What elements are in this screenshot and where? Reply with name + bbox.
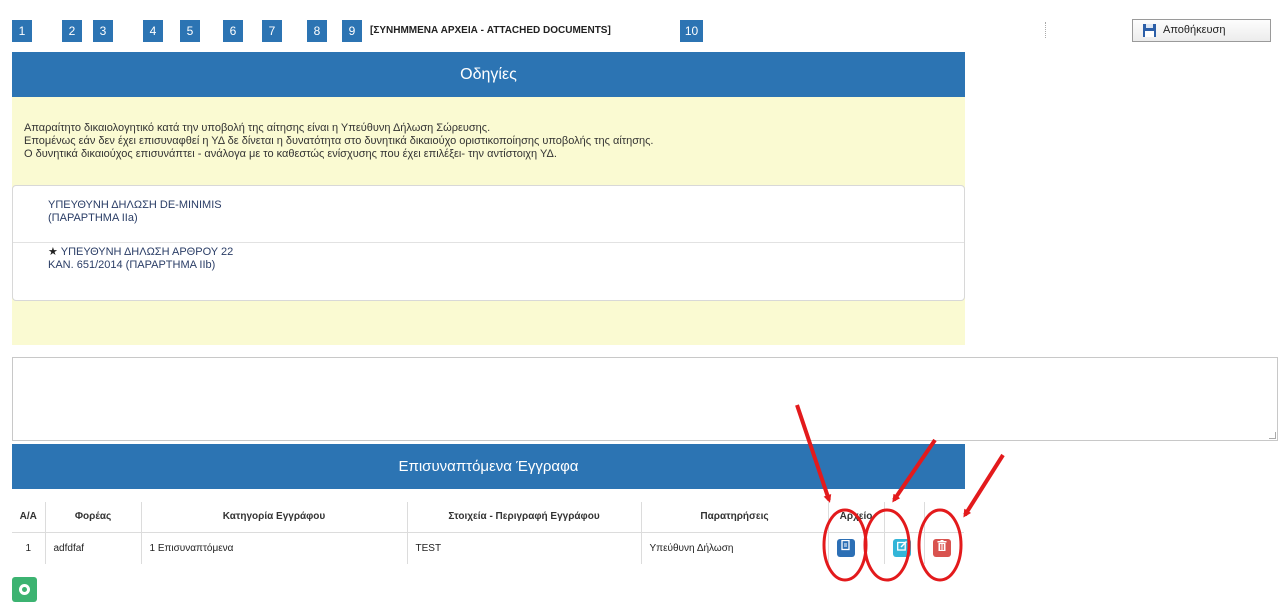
save-button[interactable]: Αποθήκευση	[1132, 19, 1271, 42]
column-header: Στοιχεία - Περιγραφή Εγγράφου	[406, 502, 641, 532]
column-header: Κατηγορία Εγγράφου	[140, 502, 407, 532]
current-step-label: [ΣΥΝΗΜΜΕΝΑ ΑΡΧΕΙΑ - ATTACHED DOCUMENTS]	[370, 25, 611, 36]
document-item-article-22[interactable]: ★ ΥΠΕΥΘΥΝΗ ΔΗΛΩΣΗ ΑΡΘΡΟΥ 22 ΚΑΝ. 651/201…	[13, 246, 964, 272]
step-9[interactable]: 9	[342, 20, 362, 42]
toolbar-divider	[1045, 22, 1047, 38]
cell-description: TEST	[406, 531, 641, 564]
edit-icon	[896, 541, 907, 551]
column-header: Α/Α	[19, 511, 37, 523]
edit-button[interactable]	[892, 539, 911, 558]
column-header: Παρατηρήσεις	[640, 502, 828, 532]
save-button-label: Αποθήκευση	[1163, 24, 1226, 36]
step-7[interactable]: 7	[262, 20, 282, 42]
instructions-panel: Απαραίτητο δικαιολογητικό κατά την υποβο…	[12, 97, 965, 345]
cell-delete	[923, 531, 964, 564]
cell-foreas: adfdfaf	[44, 531, 141, 564]
column-header	[883, 502, 924, 532]
document-item-de-minimis[interactable]: ΥΠΕΥΘΥΝΗ ΔΗΛΩΣΗ DE-MINIMIS (ΠΑΡΑΡΤΗΜΑ II…	[13, 199, 964, 243]
star-icon: ★	[48, 246, 58, 258]
document-item-title: ΥΠΕΥΘΥΝΗ ΔΗΛΩΣΗ DE-MINIMIS	[48, 199, 222, 211]
cell-aa: 1	[12, 531, 45, 564]
column-header: Αρχείο	[827, 502, 884, 532]
step-5[interactable]: 5	[180, 20, 200, 42]
instruction-line: Ο δυνητικά δικαιούχος επισυνάπτει - ανάλ…	[24, 148, 557, 160]
trash-icon	[937, 540, 946, 552]
document-item-subtitle: (ΠΑΡΑΡΤΗΜΑ IIa)	[48, 212, 138, 224]
step-4[interactable]: 4	[143, 20, 163, 42]
step-8[interactable]: 8	[307, 20, 327, 42]
instruction-line: Απαραίτητο δικαιολογητικό κατά την υποβο…	[24, 122, 491, 134]
attached-documents-title: Επισυναπτόμενα Έγγραφα	[12, 444, 965, 489]
column-header	[923, 502, 964, 532]
document-item-subtitle: ΚΑΝ. 651/2014 (ΠΑΡΑΡΤΗΜΑ IIb)	[48, 259, 216, 271]
floppy-disk-icon	[1143, 24, 1156, 37]
step-10[interactable]: 10	[680, 20, 703, 42]
instructions-text: Απαραίτητο δικαιολογητικό κατά την υποβο…	[24, 122, 654, 161]
comments-textarea[interactable]	[12, 357, 1278, 441]
cell-category: 1 Επισυναπτόμενα	[140, 531, 407, 564]
cell-edit	[883, 531, 924, 564]
view-document-icon	[840, 540, 850, 551]
instruction-line: Επομένως εάν δεν έχει επισυναφθεί η ΥΔ δ…	[24, 135, 654, 147]
step-3[interactable]: 3	[93, 20, 113, 42]
attached-documents-table: Α/Α Φορέας Κατηγορία Εγγράφου Στοιχεία -…	[12, 502, 964, 564]
table-header-row: Α/Α Φορέας Κατηγορία Εγγράφου Στοιχεία -…	[12, 502, 964, 532]
step-2[interactable]: 2	[62, 20, 82, 42]
delete-button[interactable]	[932, 539, 951, 558]
document-item-title: ★ ΥΠΕΥΘΥΝΗ ΔΗΛΩΣΗ ΑΡΘΡΟΥ 22	[48, 246, 234, 258]
view-document-button[interactable]	[836, 539, 855, 558]
wizard-stepper: 1 2 3 4 5 6 7 8 9 [ΣΥΝΗΜΜΕΝΑ ΑΡΧΕΙΑ - AT…	[0, 0, 1280, 48]
instructions-title: Οδηγίες	[12, 52, 965, 97]
annotation-arrow	[963, 453, 1005, 518]
table-row: 1 adfdfaf 1 Επισυναπτόμενα TEST Υπεύθυνη…	[12, 531, 964, 564]
cell-file	[827, 531, 884, 564]
column-header: Φορέας	[44, 502, 141, 532]
add-document-button[interactable]	[12, 577, 37, 602]
required-documents-list: ΥΠΕΥΘΥΝΗ ΔΗΛΩΣΗ DE-MINIMIS (ΠΑΡΑΡΤΗΜΑ II…	[12, 185, 965, 301]
step-6[interactable]: 6	[223, 20, 243, 42]
step-1[interactable]: 1	[12, 20, 32, 42]
resize-handle[interactable]	[1269, 432, 1276, 439]
cell-notes: Υπεύθυνη Δήλωση	[640, 531, 828, 564]
